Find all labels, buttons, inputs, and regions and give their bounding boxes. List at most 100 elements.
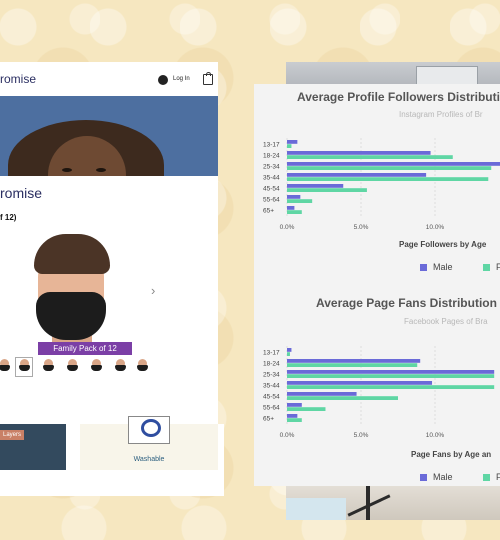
y-tick-label: 55-64 [263,405,280,412]
y-tick-label: 18-24 [263,153,280,160]
x-tick-label: 0.0% [280,224,295,231]
thumbnail-strip [0,357,218,378]
x-tick-label: 10.0% [426,432,445,439]
thumbnail[interactable] [88,358,104,376]
chart-card: Average Profile Followers Distributi Ins… [254,84,500,486]
bar-female [287,144,292,148]
washing-machine-icon [128,416,170,444]
bar-male [287,414,298,418]
thumb-mask [91,365,102,371]
x-tick-label: 5.0% [354,432,369,439]
thumb-mask [19,365,30,371]
bar-female [287,396,398,400]
chart1-subtitle: Instagram Profiles of Br [399,110,483,119]
feature-cards: Layers Washable [0,416,224,496]
y-tick-label: 13-17 [263,142,280,149]
login-link[interactable]: Log In [173,76,190,82]
washable-card[interactable]: Washable [80,416,218,470]
layers-card[interactable]: Layers [0,424,66,470]
family-pack-banner: Family Pack of 12 [38,342,132,355]
chart1-legend-male: Male [420,262,453,272]
bar-female [287,210,302,214]
thumbnail[interactable] [40,358,56,376]
next-image-button[interactable]: › [151,283,155,298]
bar-male [287,370,495,374]
chart2-legend-female: F [483,472,500,482]
thumbnail[interactable] [64,358,80,376]
thumb-mask [67,365,78,371]
bar-male [287,162,500,166]
chart2-title: Average Page Fans Distribution [316,296,497,310]
y-tick-label: 35-44 [263,383,280,390]
cloth-shape [286,498,346,520]
chart1-legend-female: F [483,262,500,272]
bar-female [287,374,495,378]
bar-male [287,403,302,407]
bar-male [287,184,344,188]
bar-male [287,381,433,385]
bar-female [287,166,492,170]
chart1-title: Average Profile Followers Distributi [297,90,500,104]
bar-male [287,140,298,144]
x-tick-label: 5.0% [354,224,369,231]
chart1-xlabel: Page Followers by Age [399,240,487,249]
layers-tag: Layers [0,430,24,440]
bar-female [287,363,418,367]
y-tick-label: 65+ [263,208,274,215]
x-tick-label: 0.0% [280,432,295,439]
bar-female [287,188,367,192]
chart2-subtitle: Facebook Pages of Bra [404,317,488,326]
y-tick-label: 13-17 [263,350,280,357]
bar-male [287,392,357,396]
chart2-legend-male: Male [420,472,453,482]
thumb-mask [43,365,54,371]
thumb-mask [137,365,148,371]
bar-male [287,173,427,177]
y-tick-label: 45-54 [263,186,280,193]
bar-female [287,385,495,389]
thumbnail[interactable] [134,358,150,376]
y-tick-label: 65+ [263,416,274,423]
x-tick-label: 10.0% [426,224,445,231]
hero-image [0,96,218,176]
brand-heading: romise [0,185,43,201]
product-title: f 12) [0,213,17,222]
hero-eye [62,168,72,172]
bar-male [287,195,301,199]
chart1-plot: 0.0% 5.0% 10.0% 13-17 18-24 25-34 35-44 45-54 55… [263,138,500,231]
thumbnail[interactable] [15,357,33,377]
thumbnail[interactable] [0,358,12,376]
washable-label: Washable [133,456,165,463]
legend-swatch-male [420,474,427,481]
legend-swatch-female [483,264,490,271]
legend-label-male: Male [433,472,453,482]
brand-logo[interactable]: romise [0,72,36,86]
y-tick-label: 25-34 [263,372,280,379]
chart2-xlabel: Page Fans by Age an [411,450,492,459]
bar-female [287,199,313,203]
background-photo-bottom [286,480,500,520]
legend-swatch-male [420,264,427,271]
legend-label-female: F [496,262,500,272]
thumbnail[interactable] [112,358,128,376]
y-tick-label: 45-54 [263,394,280,401]
cart-icon[interactable] [203,72,213,85]
bar-male [287,348,292,352]
bar-female [287,352,290,356]
face-mask-image [36,292,106,340]
user-icon[interactable] [158,75,168,85]
thumb-mask [115,365,126,371]
y-tick-label: 18-24 [263,361,280,368]
bar-male [287,359,421,363]
bar-female [287,407,326,411]
y-tick-label: 35-44 [263,175,280,182]
bar-female [287,155,453,159]
legend-label-female: F [496,472,500,482]
thumb-mask [0,365,10,371]
shop-header: romise Log In [0,62,218,96]
bar-male [287,151,431,155]
y-tick-label: 25-34 [263,164,280,171]
chart2-plot: 0.0% 5.0% 10.0% 13-17 18-24 25-34 35-44 45-54 55… [263,346,495,439]
hero-eye [96,168,106,172]
tripod-stand [366,480,370,520]
